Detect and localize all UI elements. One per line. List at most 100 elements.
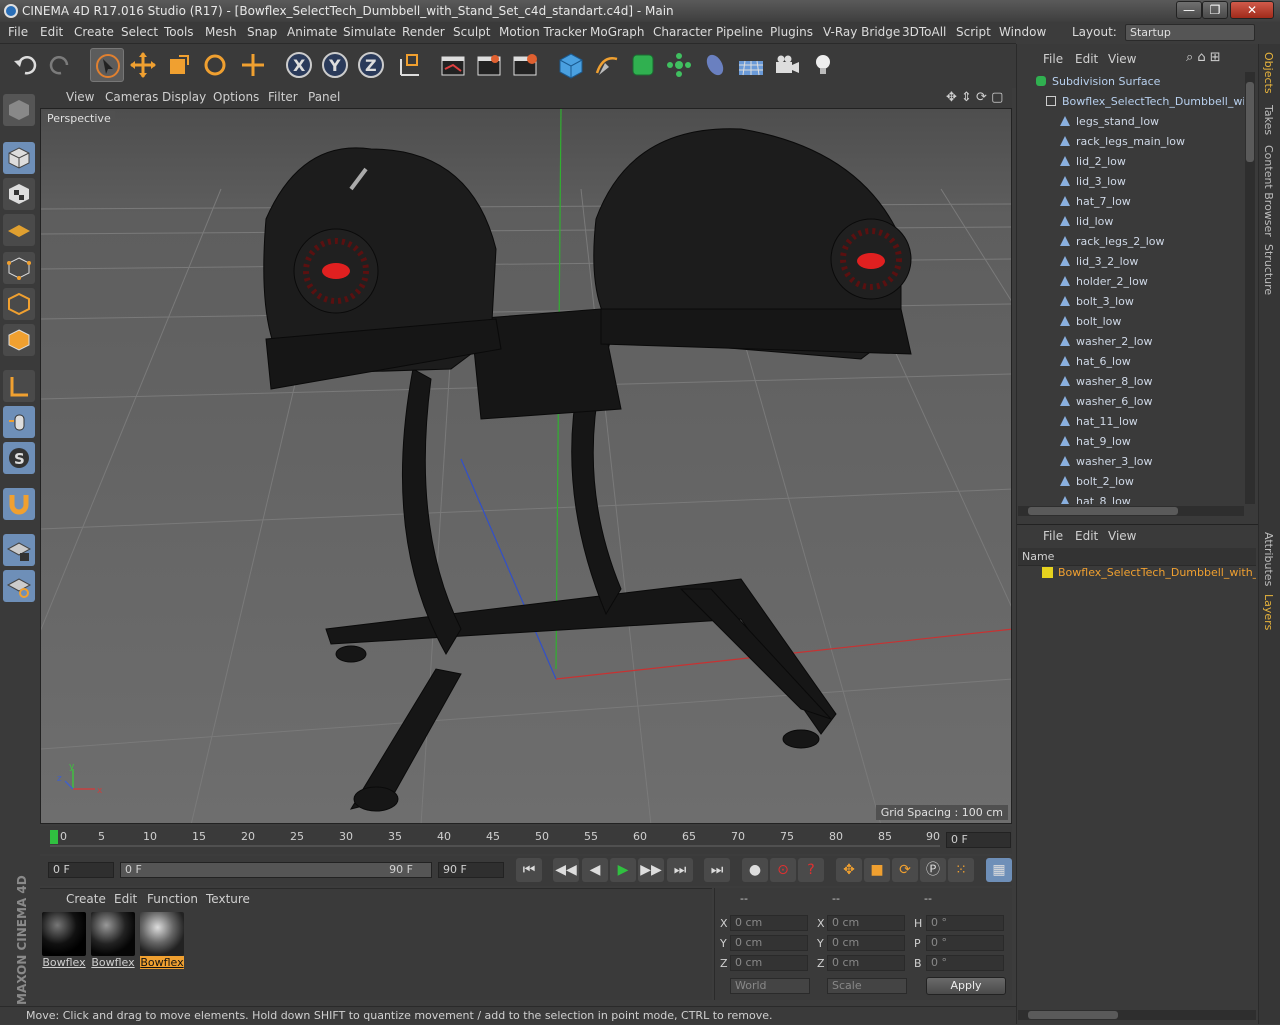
viewport-menu-view[interactable]: View — [66, 90, 94, 104]
menu-pipeline[interactable]: Pipeline — [716, 25, 763, 39]
size-x-field[interactable]: 0 cm — [827, 915, 905, 931]
material-swatch-3[interactable] — [140, 912, 184, 956]
objects-toolbar-icons[interactable]: ⌕ ⌂ ⊞ — [1186, 50, 1221, 65]
tab-objects[interactable]: Objects — [1262, 52, 1275, 94]
tree-item[interactable]: bolt_2_low — [1060, 472, 1134, 492]
menu-3dtoall[interactable]: 3DToAll — [902, 25, 946, 39]
tree-item-group[interactable]: Bowflex_SelectTech_Dumbbell_with — [1046, 92, 1244, 112]
record-keys-icon[interactable]: ● — [742, 858, 768, 882]
menu-window[interactable]: Window — [999, 25, 1046, 39]
maximize-button[interactable]: ❐ — [1202, 1, 1228, 19]
solo-mode-icon[interactable]: S — [3, 442, 35, 474]
preview-range-slider[interactable]: 0 F 90 F — [120, 862, 432, 878]
menu-character[interactable]: Character — [653, 25, 712, 39]
axis-mode-icon[interactable] — [3, 370, 35, 402]
objects-menu-file[interactable]: File — [1043, 52, 1063, 66]
position-z-field[interactable]: 0 cm — [730, 955, 808, 971]
light-icon[interactable] — [806, 48, 840, 82]
camera-icon[interactable] — [770, 48, 804, 82]
tree-item-subdivision-surface[interactable]: Subdivision Surface — [1036, 72, 1160, 92]
undo-icon[interactable] — [8, 48, 42, 82]
prev-key-button[interactable]: ◀◀ — [553, 858, 579, 882]
menu-motion-tracker[interactable]: Motion Tracker — [499, 25, 587, 39]
model-mode-icon[interactable] — [3, 142, 35, 174]
layers-menu-view[interactable]: View — [1108, 529, 1136, 543]
planar-workplane-icon[interactable] — [3, 570, 35, 602]
play-button[interactable]: ▶ — [610, 858, 636, 882]
layers-menu-edit[interactable]: Edit — [1075, 529, 1098, 543]
material-menu-edit[interactable]: Edit — [114, 892, 137, 906]
tab-layers[interactable]: Layers — [1262, 594, 1275, 630]
end-frame-field[interactable]: 90 F — [438, 862, 504, 878]
coordinate-system-icon[interactable] — [392, 48, 426, 82]
render-picture-viewer-icon[interactable] — [472, 48, 506, 82]
menu-tools[interactable]: Tools — [164, 25, 194, 39]
tree-item[interactable]: washer_3_low — [1060, 452, 1153, 472]
tree-item[interactable]: bolt_3_low — [1060, 292, 1134, 312]
make-editable-icon[interactable] — [3, 94, 35, 126]
goto-end-button[interactable]: ⏭ — [704, 858, 730, 882]
points-mode-icon[interactable] — [3, 252, 35, 284]
rotate-icon[interactable] — [198, 48, 232, 82]
layer-name[interactable]: Bowflex_SelectTech_Dumbbell_with_St — [1058, 566, 1256, 579]
viewport-menu-display[interactable]: Display — [162, 90, 206, 104]
tab-takes[interactable]: Takes — [1262, 105, 1275, 135]
material-swatch-2[interactable] — [91, 912, 135, 956]
deformer-icon[interactable] — [698, 48, 732, 82]
tree-item[interactable]: lid_low — [1060, 212, 1113, 232]
tree-item[interactable]: rack_legs_main_low — [1060, 132, 1185, 152]
render-view-icon[interactable] — [436, 48, 470, 82]
workplane-icon[interactable] — [3, 214, 35, 246]
object-tree-scrollbar[interactable] — [1245, 72, 1255, 504]
menu-animate[interactable]: Animate — [287, 25, 337, 39]
objects-menu-view[interactable]: View — [1108, 52, 1136, 66]
tree-item[interactable]: washer_6_low — [1060, 392, 1153, 412]
timeline-window-icon[interactable]: ▦ — [986, 858, 1012, 882]
layers-menu-file[interactable]: File — [1043, 529, 1063, 543]
goto-start-button[interactable]: ⏮ — [516, 858, 542, 882]
menu-mograph[interactable]: MoGraph — [590, 25, 645, 39]
viewport-nav-icons[interactable]: ✥ ⇕ ⟳ ▢ — [946, 90, 1003, 105]
viewport-menu-options[interactable]: Options — [213, 90, 259, 104]
tree-item[interactable]: hat_11_low — [1060, 412, 1138, 432]
floor-icon[interactable] — [734, 48, 768, 82]
tree-item[interactable]: hat_9_low — [1060, 432, 1131, 452]
key-scale-icon[interactable]: ■ — [864, 858, 890, 882]
autokey-icon[interactable]: ⊙ — [770, 858, 796, 882]
rotation-h-field[interactable]: 0 ° — [926, 915, 1004, 931]
current-frame-field[interactable]: 0 F — [946, 832, 1011, 848]
start-frame-field[interactable]: 0 F — [48, 862, 114, 878]
tree-item[interactable]: washer_2_low — [1060, 332, 1153, 352]
layout-select[interactable]: Startup — [1125, 24, 1255, 41]
edges-mode-icon[interactable] — [3, 288, 35, 320]
rotation-p-field[interactable]: 0 ° — [926, 935, 1004, 951]
perspective-viewport[interactable]: y x z Perspective Grid Spacing : 100 cm — [40, 108, 1012, 824]
tree-item[interactable]: lid_3_2_low — [1060, 252, 1138, 272]
texture-mode-icon[interactable] — [3, 178, 35, 210]
menu-edit[interactable]: Edit — [40, 25, 63, 39]
layer-color-swatch[interactable] — [1042, 567, 1053, 578]
material-menu-create[interactable]: Create — [66, 892, 106, 906]
close-button[interactable]: ✕ — [1230, 1, 1274, 19]
prev-frame-button[interactable]: ◀ — [582, 858, 608, 882]
x-axis-icon[interactable]: X — [282, 48, 316, 82]
tree-item[interactable]: legs_stand_low — [1060, 112, 1159, 132]
cloner-icon[interactable] — [662, 48, 696, 82]
material-menu-texture[interactable]: Texture — [206, 892, 250, 906]
key-position-icon[interactable]: ✥ — [836, 858, 862, 882]
tree-item[interactable]: rack_legs_2_low — [1060, 232, 1165, 252]
menu-script[interactable]: Script — [956, 25, 991, 39]
menu-sculpt[interactable]: Sculpt — [453, 25, 490, 39]
coordinate-space-select[interactable]: World — [730, 978, 810, 994]
select-cursor-icon[interactable] — [90, 48, 124, 82]
menu-select[interactable]: Select — [121, 25, 158, 39]
tab-attributes[interactable]: Attributes — [1262, 532, 1275, 586]
minimize-button[interactable]: — — [1176, 1, 1202, 19]
tree-item[interactable]: lid_3_low — [1060, 172, 1126, 192]
polygons-mode-icon[interactable] — [3, 324, 35, 356]
snap-magnet-icon[interactable] — [3, 488, 35, 520]
apply-button[interactable]: Apply — [926, 977, 1006, 995]
material-swatch-1[interactable] — [42, 912, 86, 956]
key-rotation-icon[interactable]: ⟳ — [892, 858, 918, 882]
menu-file[interactable]: File — [8, 25, 28, 39]
